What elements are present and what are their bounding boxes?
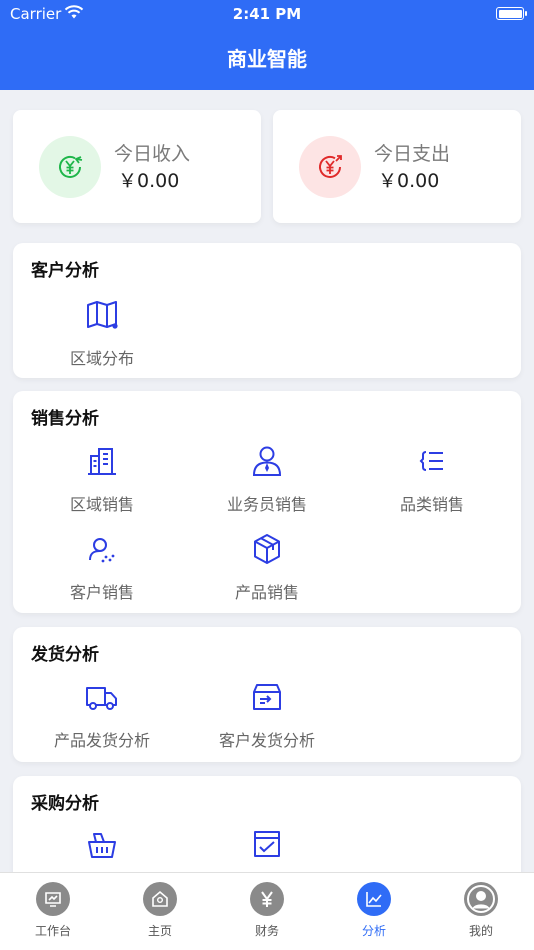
tab-bar: 工作台 主页 财务 分析 我的	[0, 872, 534, 950]
today-income-card[interactable]: 今日收入 ￥0.00	[13, 110, 261, 223]
section-title: 发货分析	[31, 645, 99, 665]
home-icon	[143, 882, 177, 916]
customer-analysis-section: 客户分析 区域分布	[13, 243, 521, 378]
section-title: 客户分析	[31, 261, 99, 281]
region-distribution-label: 区域分布	[69, 349, 134, 368]
building-icon	[88, 448, 116, 475]
shipping-analysis-section: 发货分析 产品发货分析 客户发货分析	[13, 627, 521, 762]
customer-sales-label: 客户销售	[69, 583, 134, 602]
map-icon	[87, 301, 118, 329]
category-sales-label: 品类销售	[399, 495, 464, 514]
income-icon-circle	[39, 136, 101, 198]
salesperson-sales-button[interactable]: 业务员销售	[184, 441, 350, 515]
region-sales-button[interactable]: 区域销售	[19, 441, 185, 515]
purchase-analysis-section: 采购分析	[13, 776, 521, 872]
income-label: 今日收入	[114, 143, 191, 165]
customer-shipping-analysis-button[interactable]: 客户发货分析	[184, 677, 350, 751]
page-title: 商业智能	[0, 28, 534, 90]
customer-sales-button[interactable]: 客户销售	[19, 529, 185, 603]
product-box-icon	[254, 534, 280, 564]
tab-workbench[interactable]: 工作台	[0, 882, 106, 939]
battery-icon	[496, 7, 527, 20]
section-title: 采购分析	[31, 794, 99, 814]
tab-home[interactable]: 主页	[107, 882, 213, 939]
sales-analysis-section: 销售分析 区域销售 业务员销售 品类销售 客户销售 产品销售	[13, 391, 521, 613]
section-title: 销售分析	[31, 409, 99, 429]
delivery-box-icon	[253, 684, 281, 710]
region-distribution-button[interactable]: 区域分布	[19, 295, 185, 369]
main-content[interactable]: 今日收入 ￥0.00 今日支出 ￥0.00 客户分析 区域分布 销售分析 区域销…	[0, 90, 534, 872]
tab-mine-label: 我的	[468, 924, 493, 938]
purchase-item-1-button[interactable]	[19, 824, 185, 872]
salesperson-icon	[252, 446, 282, 476]
clock: 2:41 PM	[232, 5, 302, 23]
product-shipping-analysis-button[interactable]: 产品发货分析	[19, 677, 185, 751]
tab-home-label: 主页	[147, 924, 172, 938]
product-sales-button[interactable]: 产品销售	[184, 529, 350, 603]
salesperson-sales-label: 业务员销售	[226, 495, 307, 514]
product-shipping-analysis-label: 产品发货分析	[53, 731, 150, 750]
tab-analysis[interactable]: 分析	[321, 882, 427, 939]
expense-icon-circle	[299, 136, 361, 198]
workbench-icon	[36, 882, 70, 916]
expense-yen-icon	[319, 155, 342, 178]
product-sales-label: 产品销售	[234, 583, 299, 602]
tab-finance-label: 财务	[254, 924, 279, 938]
purchase-item-2-button[interactable]	[184, 824, 350, 872]
customer-shipping-analysis-label: 客户发货分析	[218, 731, 315, 750]
chart-icon	[357, 882, 391, 916]
tab-analysis-label: 分析	[361, 924, 386, 938]
tab-workbench-label: 工作台	[34, 924, 71, 938]
tab-mine[interactable]: 我的	[428, 882, 534, 939]
today-expense-card[interactable]: 今日支出 ￥0.00	[273, 110, 521, 223]
category-list-icon	[419, 451, 443, 471]
basket-icon	[88, 833, 116, 858]
expense-value: ￥0.00	[378, 170, 440, 192]
yen-icon	[250, 882, 284, 916]
user-icon	[464, 882, 498, 916]
status-bar: Carrier 2:41 PM	[0, 0, 534, 28]
category-sales-button[interactable]: 品类销售	[349, 441, 515, 515]
income-value: ￥0.00	[118, 170, 180, 192]
income-yen-icon	[59, 155, 83, 178]
customer-icon	[89, 538, 115, 563]
truck-icon	[86, 687, 117, 710]
checklist-icon	[254, 831, 280, 857]
region-sales-label: 区域销售	[69, 495, 134, 514]
tab-finance[interactable]: 财务	[214, 882, 320, 939]
expense-label: 今日支出	[374, 143, 451, 165]
